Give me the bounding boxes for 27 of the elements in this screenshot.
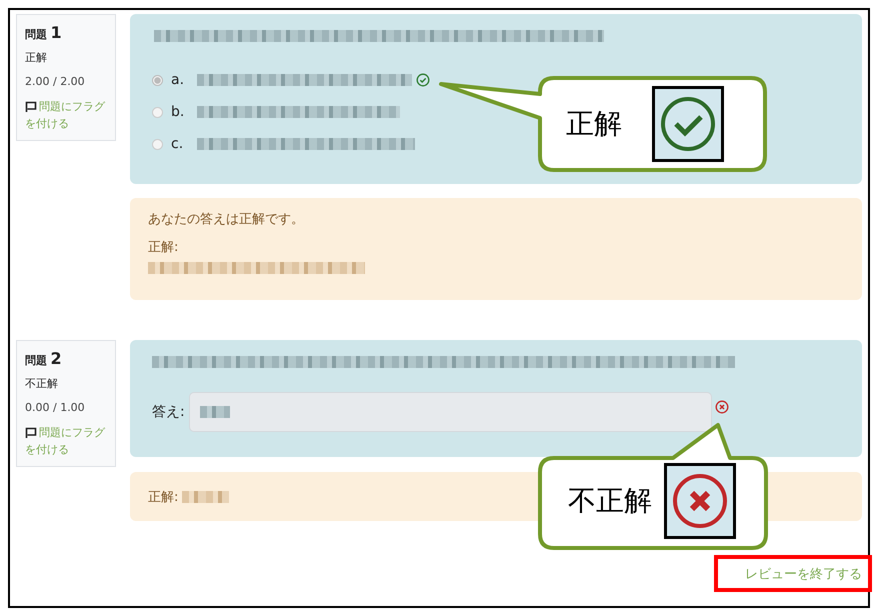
radio-button[interactable]: [152, 74, 163, 86]
check-circle-icon: [416, 73, 430, 87]
option-letter: a.: [171, 72, 186, 88]
flag-link[interactable]: 問題にフラグを付ける: [25, 424, 108, 458]
radio-button[interactable]: [152, 106, 163, 118]
correct-answer-label: 正解:: [148, 488, 178, 506]
question-number: 問題 1: [25, 23, 63, 42]
question-status: 不正解: [25, 376, 59, 391]
callout-text: 不正解: [568, 483, 652, 519]
feedback-message: あなたの答えは正解です。: [148, 211, 305, 228]
answer-label: 答え:: [152, 403, 185, 421]
flag-link[interactable]: 問題にフラグを付ける: [25, 98, 108, 132]
question-status: 正解: [25, 50, 48, 65]
answer-field[interactable]: [188, 392, 712, 432]
blurred-text: [200, 406, 230, 418]
option-letter: c.: [171, 136, 184, 152]
correct-answer-label: 正解:: [148, 239, 180, 256]
question-score: 2.00 / 2.00: [25, 75, 86, 88]
finish-review-link[interactable]: レビューを終了する: [745, 564, 862, 582]
question-score: 0.00 / 1.00: [25, 401, 86, 414]
flag-icon: [25, 427, 37, 439]
question-number: 問題 2: [25, 349, 63, 368]
blurred-text: [182, 490, 230, 502]
flag-icon: [25, 101, 37, 113]
callout-text: 正解: [566, 106, 622, 142]
radio-button[interactable]: [152, 138, 163, 150]
option-letter: b.: [171, 104, 186, 120]
